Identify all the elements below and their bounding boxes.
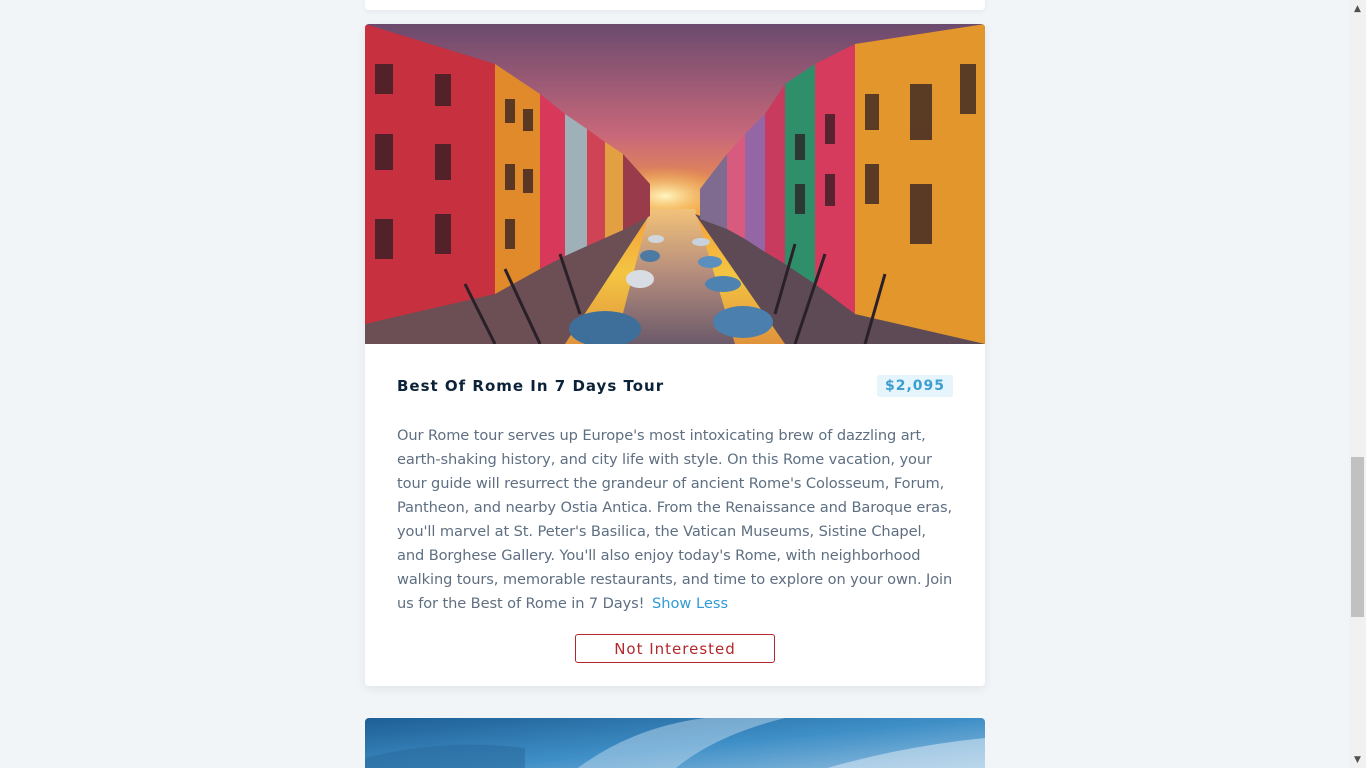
- scroll-down-icon[interactable]: ▼: [1349, 751, 1366, 768]
- sky-photo: [365, 718, 985, 768]
- canal-sunset-photo: [365, 24, 985, 344]
- button-row: Not Interested: [397, 634, 953, 663]
- tour-list: Best Of Rome In 7 Days Tour $2,095 Our R…: [0, 0, 1349, 768]
- scroll-thumb[interactable]: [1351, 457, 1364, 617]
- tour-info: Best Of Rome In 7 Days Tour $2,095 Our R…: [365, 374, 985, 663]
- previous-tour-card: [365, 0, 985, 10]
- tour-description-text: Our Rome tour serves up Europe's most in…: [397, 427, 953, 612]
- tour-header: Best Of Rome In 7 Days Tour $2,095: [397, 374, 953, 398]
- not-interested-button[interactable]: Not Interested: [575, 634, 775, 663]
- tour-title: Best Of Rome In 7 Days Tour: [397, 377, 665, 395]
- tour-description: Our Rome tour serves up Europe's most in…: [397, 424, 953, 616]
- tour-price: $2,095: [876, 375, 953, 397]
- scroll-up-icon[interactable]: ▲: [1349, 0, 1366, 17]
- next-tour-card: [365, 718, 985, 768]
- tour-card: Best Of Rome In 7 Days Tour $2,095 Our R…: [365, 24, 985, 686]
- page-scrollbar[interactable]: ▲ ▼: [1349, 0, 1366, 768]
- show-less-button[interactable]: Show Less: [652, 592, 728, 616]
